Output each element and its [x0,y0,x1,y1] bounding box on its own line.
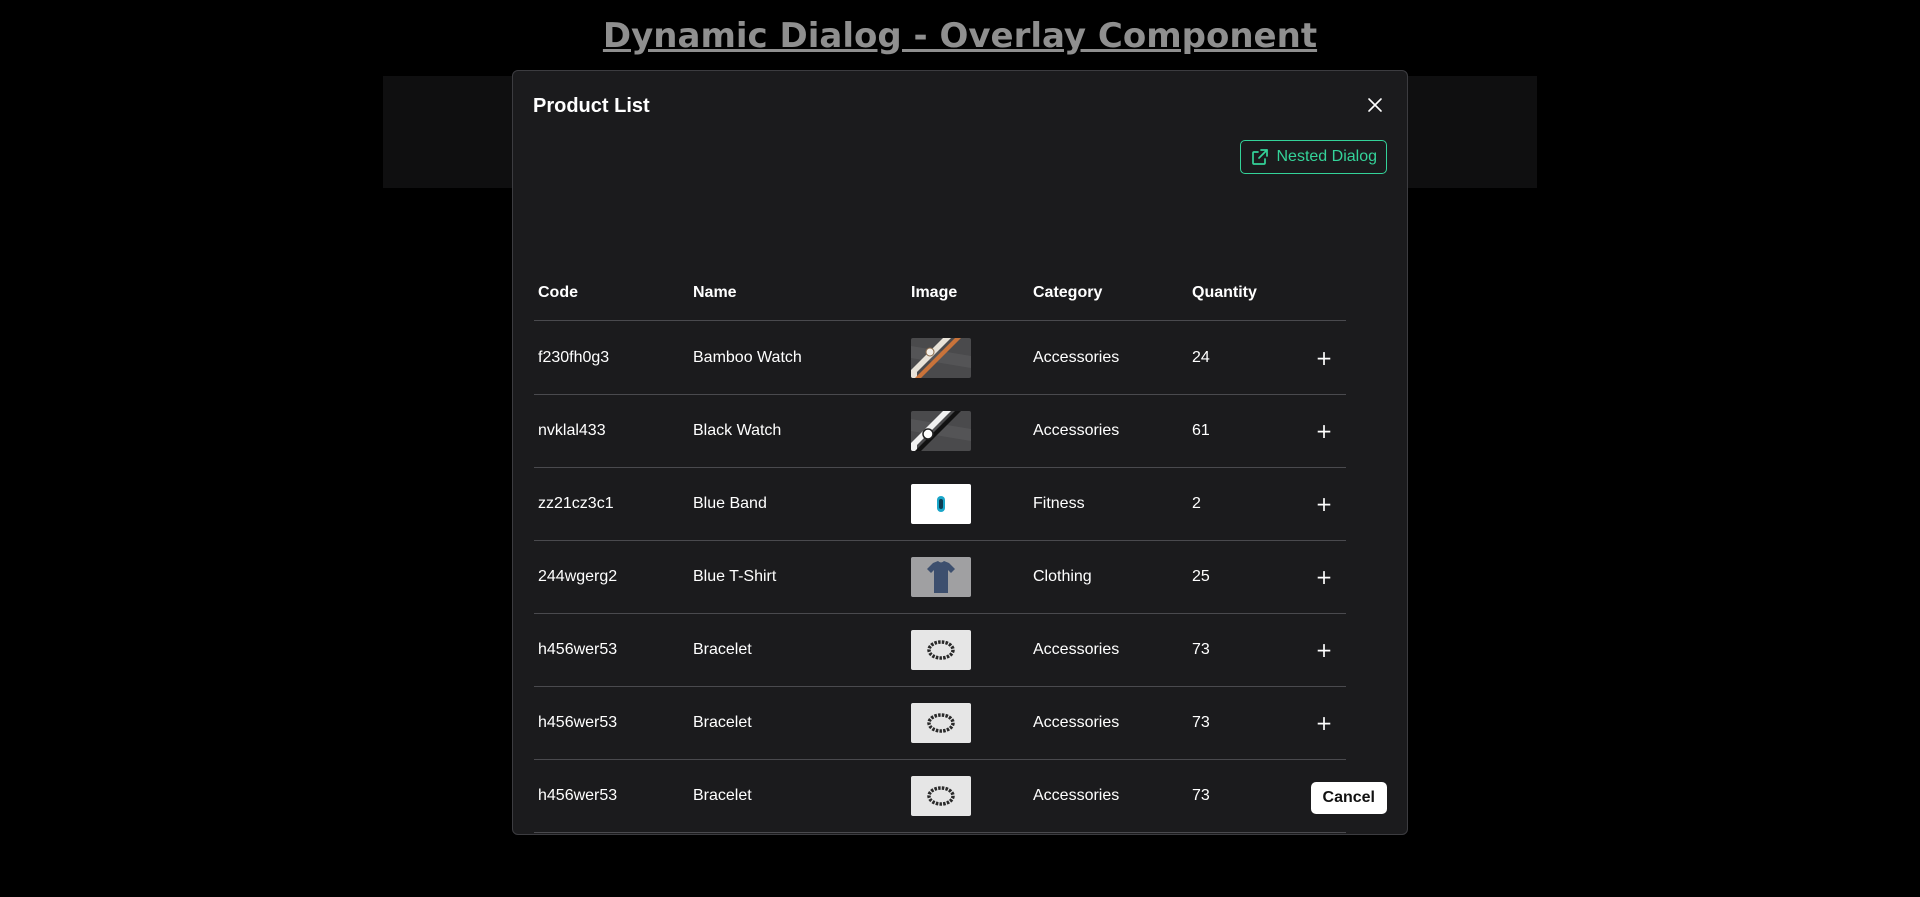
cell-quantity: 24 [1192,349,1210,366]
product-image [911,614,971,686]
cell-category: Clothing [1033,568,1092,585]
cell-name: Blue T-Shirt [693,568,777,585]
cell-name: Black Watch [693,422,782,439]
cell-category: Accessories [1033,714,1120,731]
cell-code: 244wgerg2 [538,568,618,585]
cell-code: f230fh0g3 [538,349,610,366]
table-row: h456wer53 Bracelet Accessories 73 + [534,687,1346,760]
cell-category: Accessories [1033,422,1120,439]
cell-code: h456wer53 [538,787,618,804]
blue-t-shirt-thumbnail [911,557,971,597]
cell-category: Fitness [1033,495,1085,512]
cell-category: Accessories [1033,641,1120,658]
add-button[interactable]: + [1316,713,1333,733]
add-button[interactable]: + [1316,348,1333,368]
cell-name: Bamboo Watch [693,349,802,366]
cell-name: Bracelet [693,714,752,731]
header-image: Image [911,284,958,301]
bracelet-thumbnail [911,776,971,816]
header-category: Category [1033,284,1103,301]
product-image [911,760,971,832]
black-watch-thumbnail [911,411,971,451]
cell-code: h456wer53 [538,641,618,658]
nested-dialog-label: Nested Dialog [1276,148,1378,165]
header-name: Name [693,284,737,301]
cell-name: Bracelet [693,787,752,804]
table-row: nvklal433 Black Watch Accessories 61 + [534,395,1346,468]
cell-quantity: 73 [1192,787,1210,804]
table-row: h456wer53 Bracelet Accessories 73 + [534,614,1346,687]
cell-category: Accessories [1033,787,1120,804]
table-row: zz21cz3c1 Blue Band Fitness 2 + [534,468,1346,541]
blue-band-thumbnail [911,484,971,524]
external-link-icon [1251,149,1268,165]
cell-category: Accessories [1033,349,1120,366]
cell-code: zz21cz3c1 [538,495,614,512]
add-button[interactable]: + [1316,494,1333,514]
add-button[interactable]: + [1316,640,1333,660]
table-row: h456wer53 Bracelet Accessories 73 + [534,760,1346,833]
cell-code: nvklal433 [538,422,606,439]
cell-name: Bracelet [693,641,752,658]
header-code: Code [538,284,578,301]
cell-quantity: 73 [1192,714,1210,731]
dialog-title: Product List [533,95,650,117]
bracelet-thumbnail [911,630,971,670]
header-quantity: Quantity [1192,284,1257,301]
table-header: Code Name Image Category Quantity [534,269,1346,321]
nested-dialog-button[interactable]: Nested Dialog [1239,140,1387,174]
page-title: Dynamic Dialog - Overlay Component [602,16,1318,56]
cell-quantity: 25 [1192,568,1210,585]
product-image [911,322,971,394]
product-image [911,687,971,759]
add-button[interactable]: + [1316,421,1333,441]
bamboo-watch-thumbnail [911,338,971,378]
cancel-button[interactable]: Cancel [1310,782,1387,814]
cell-name: Blue Band [693,495,767,512]
close-icon [1368,98,1382,112]
table-row: 244wgerg2 Blue T-Shirt Clothing 25 + [534,541,1346,614]
close-button[interactable] [1359,89,1391,121]
cell-quantity: 2 [1192,495,1201,512]
add-button[interactable]: + [1316,567,1333,587]
bracelet-thumbnail [911,703,971,743]
product-image [911,541,971,613]
product-image [911,395,971,467]
cell-quantity: 61 [1192,422,1210,439]
product-list-dialog: Product List Nested Dialog Code Name Ima… [512,70,1408,835]
cell-quantity: 73 [1192,641,1210,658]
product-image [911,468,971,540]
cell-code: h456wer53 [538,714,618,731]
table-row: f230fh0g3 Bamboo Watch Accessories 24 + [534,322,1346,395]
